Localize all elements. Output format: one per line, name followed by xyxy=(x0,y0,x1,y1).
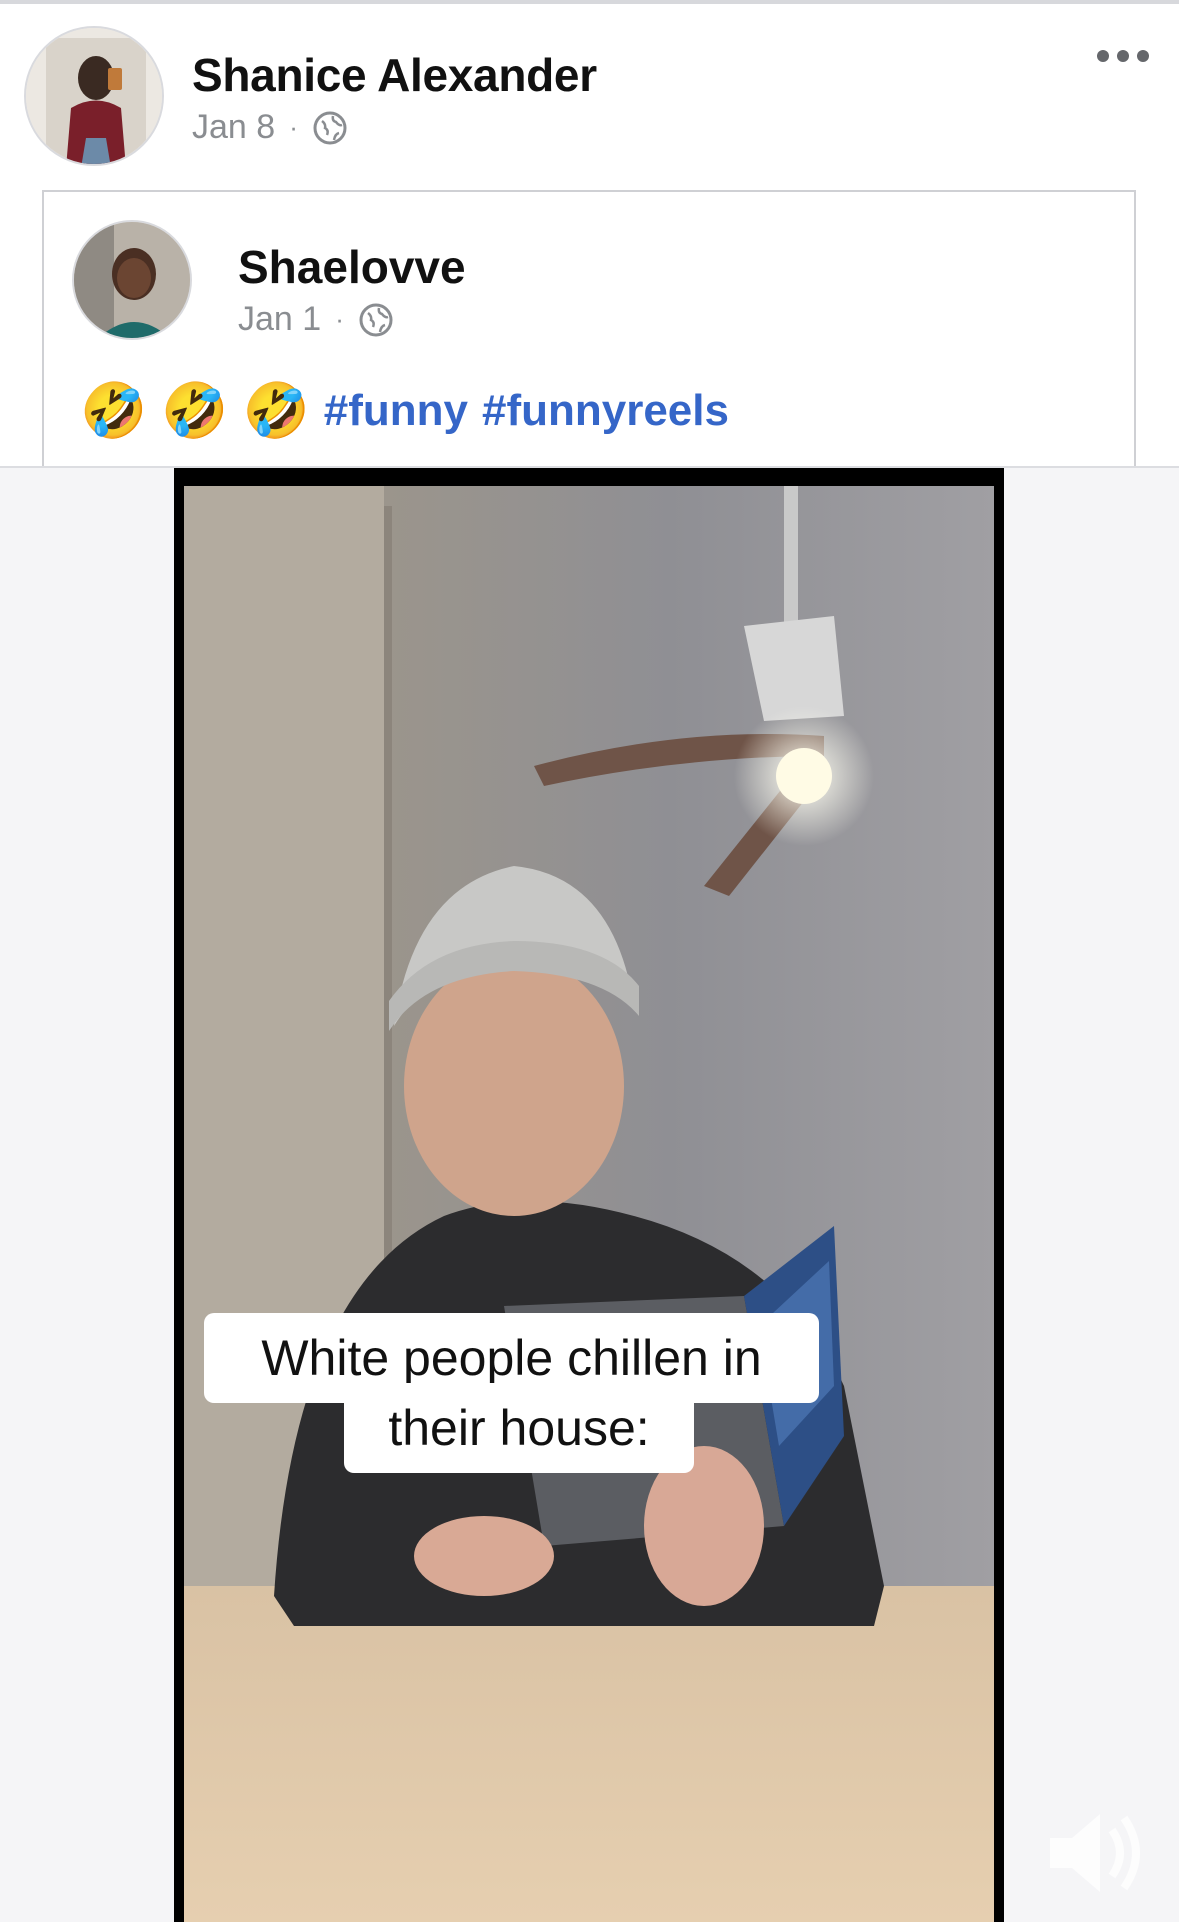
hashtag-link[interactable]: #funnyreels xyxy=(482,386,729,436)
more-dot xyxy=(1137,50,1149,62)
post-date[interactable]: Jan 8 xyxy=(192,108,275,147)
meta-separator: · xyxy=(289,112,298,142)
shared-author-avatar[interactable] xyxy=(72,220,192,340)
video-frame-image xyxy=(184,486,994,1922)
post-meta: Jan 8 · xyxy=(192,108,348,147)
rofl-emoji: 🤣 xyxy=(80,381,148,441)
author-avatar[interactable] xyxy=(24,26,164,166)
shared-post-date[interactable]: Jan 1 xyxy=(238,300,321,339)
post-caption: 🤣 🤣 🤣 #funny #funnyreels xyxy=(80,384,729,438)
more-dot xyxy=(1097,50,1109,62)
globe-icon xyxy=(312,110,348,146)
rofl-emoji: 🤣 xyxy=(242,381,310,441)
more-dot xyxy=(1117,50,1129,62)
video-container[interactable]: White people chillen in their house: xyxy=(0,466,1179,1922)
post-page: Shanice Alexander Jan 8 · Shaelovve Jan … xyxy=(0,0,1179,1922)
more-options-icon[interactable] xyxy=(1097,50,1149,62)
globe-icon xyxy=(358,302,394,338)
shared-author-name[interactable]: Shaelovve xyxy=(238,240,466,294)
shared-post-meta: Jan 1 · xyxy=(238,300,394,339)
volume-icon[interactable] xyxy=(1040,1798,1150,1908)
shared-post-card[interactable]: Shaelovve Jan 1 · 🤣 🤣 🤣 #funny #funnyree… xyxy=(42,190,1136,466)
meta-separator: · xyxy=(335,304,344,334)
hashtag-link[interactable]: #funny xyxy=(324,386,468,436)
author-name[interactable]: Shanice Alexander xyxy=(192,48,597,102)
rofl-emoji: 🤣 xyxy=(161,381,229,441)
post-header: Shanice Alexander Jan 8 · xyxy=(0,4,1179,184)
video-player[interactable]: White people chillen in their house: xyxy=(174,468,1004,1922)
video-caption-line2: their house: xyxy=(344,1383,694,1473)
